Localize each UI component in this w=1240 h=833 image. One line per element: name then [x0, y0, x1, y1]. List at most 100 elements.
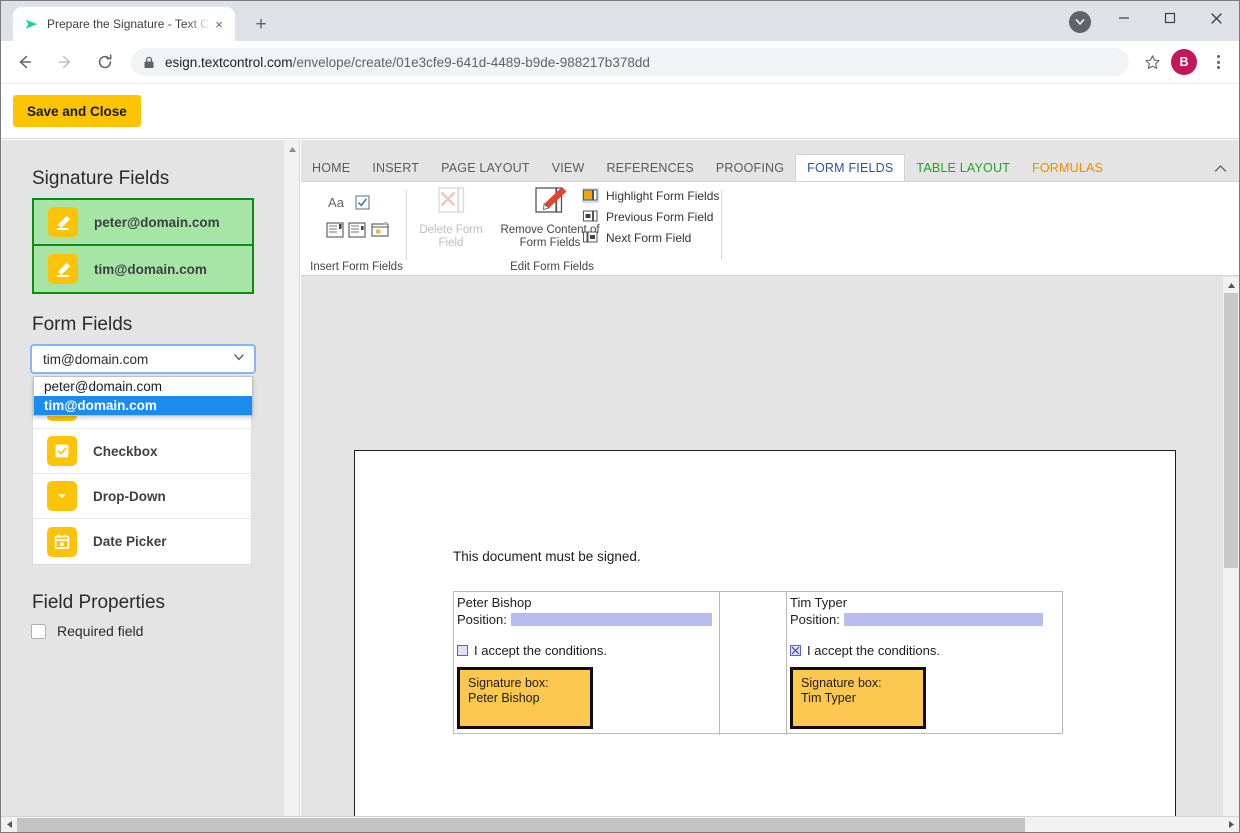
- form-field-type-checkbox[interactable]: Checkbox: [33, 429, 251, 474]
- insert-list-field-button[interactable]: [346, 219, 368, 241]
- page-scroll-thumb[interactable]: [17, 818, 1025, 832]
- chevron-up-icon[interactable]: [1211, 159, 1229, 177]
- required-field-label: Required field: [57, 623, 144, 639]
- insert-text-field-button[interactable]: Aa: [325, 192, 347, 212]
- document-page[interactable]: This document must be signed. Peter Bish…: [354, 450, 1176, 817]
- signature-box-line2: Tim Typer: [801, 691, 856, 705]
- signature-box-tim[interactable]: Signature box: Tim Typer: [790, 667, 926, 729]
- document-cell-spacer[interactable]: [720, 592, 787, 735]
- ribbon-tab-formulas[interactable]: FORMULAS: [1021, 155, 1114, 181]
- recipient-select-value: tim@domain.com: [43, 351, 149, 367]
- accept-label: I accept the conditions.: [807, 643, 940, 658]
- close-tab-icon[interactable]: ×: [211, 16, 227, 32]
- signature-box-peter[interactable]: Signature box: Peter Bishop: [457, 667, 593, 729]
- url-path: /envelope/create/01e3cfe9-641d-4489-b9de…: [292, 54, 650, 70]
- browser-window: Prepare the Signature - Text Con × + esi…: [0, 0, 1240, 833]
- position-row: Position:: [790, 612, 1064, 627]
- bookmark-star-icon[interactable]: [1137, 47, 1167, 77]
- signature-pencil-icon: [48, 254, 78, 284]
- close-window-button[interactable]: [1193, 1, 1239, 35]
- editor-scroll-thumb[interactable]: [1224, 293, 1238, 568]
- save-and-close-button[interactable]: Save and Close: [13, 95, 141, 127]
- scroll-up-icon[interactable]: [284, 142, 300, 156]
- next-form-field-label: Next Form Field: [606, 230, 692, 245]
- highlight-form-fields-icon: [582, 188, 599, 203]
- position-form-field[interactable]: [843, 613, 1043, 626]
- document-cell-tim[interactable]: Tim Typer Position: I accept the conditi…: [787, 592, 1064, 735]
- recipient-select[interactable]: tim@domain.com: [30, 344, 256, 374]
- address-bar[interactable]: esign.textcontrol.com/envelope/create/01…: [131, 48, 1129, 76]
- signature-field-label: peter@domain.com: [94, 214, 220, 230]
- required-field-checkbox[interactable]: [31, 623, 46, 639]
- three-dot-menu-icon[interactable]: [1203, 47, 1233, 77]
- recipient-option-tim[interactable]: tim@domain.com: [34, 396, 252, 415]
- lock-icon: [143, 56, 155, 69]
- required-field-row: Required field: [31, 623, 143, 639]
- back-button[interactable]: [9, 46, 41, 78]
- delete-form-field-label: Delete Form Field: [419, 224, 483, 249]
- url-host: esign.textcontrol.com: [165, 54, 293, 70]
- signature-fields-list: peter@domain.com tim@domain.com: [32, 198, 254, 294]
- signature-field-peter[interactable]: peter@domain.com: [34, 200, 252, 246]
- position-label: Position:: [790, 612, 840, 627]
- recipient-option-peter[interactable]: peter@domain.com: [34, 377, 252, 396]
- ribbon-panel: Aa Insert Form Fields Delete Form Field …: [301, 181, 1239, 276]
- highlight-form-fields-button[interactable]: Highlight Form Fields: [582, 188, 719, 203]
- new-tab-icon[interactable]: +: [247, 10, 275, 38]
- form-field-type-dropdown[interactable]: Drop-Down: [33, 474, 251, 519]
- document-cell-peter[interactable]: Peter Bishop Position: I accept the cond…: [454, 592, 720, 735]
- next-form-field-button[interactable]: Next Form Field: [582, 230, 691, 245]
- scroll-right-icon[interactable]: [1223, 817, 1239, 832]
- highlight-form-fields-label: Highlight Form Fields: [606, 188, 720, 203]
- form-field-type-label: Drop-Down: [93, 488, 166, 504]
- accept-row: I accept the conditions.: [457, 643, 719, 658]
- ribbon-group-title: Edit Form Fields: [510, 261, 594, 273]
- document-canvas[interactable]: This document must be signed. Peter Bish…: [301, 277, 1223, 817]
- forward-button[interactable]: [49, 46, 81, 78]
- ribbon-tab-page-layout[interactable]: PAGE LAYOUT: [430, 155, 541, 181]
- ribbon-group-title: Insert Form Fields: [310, 261, 403, 273]
- document-table: Peter Bishop Position: I accept the cond…: [453, 591, 1064, 735]
- ribbon-group-divider: [721, 190, 722, 260]
- tab-search-chevron-icon[interactable]: [1069, 11, 1091, 33]
- signature-box-line2: Peter Bishop: [468, 691, 540, 705]
- form-field-type-datepicker[interactable]: Date Picker: [33, 519, 251, 564]
- delete-form-field-button[interactable]: Delete Form Field: [409, 186, 493, 250]
- profile-avatar[interactable]: B: [1171, 49, 1197, 75]
- signer-name: Tim Typer: [790, 595, 848, 610]
- reload-button[interactable]: [89, 46, 121, 78]
- position-form-field[interactable]: [510, 613, 712, 626]
- editor-vertical-scrollbar[interactable]: [1223, 277, 1239, 832]
- signature-pencil-icon: [48, 207, 78, 237]
- accept-checkbox-field[interactable]: [457, 645, 468, 656]
- page-horizontal-scrollbar[interactable]: [1, 816, 1239, 832]
- recipient-select-menu: peter@domain.com tim@domain.com: [33, 376, 253, 416]
- signature-box-line1: Signature box:: [468, 676, 549, 690]
- maximize-button[interactable]: [1147, 1, 1193, 35]
- scroll-left-icon[interactable]: [1, 817, 17, 832]
- field-properties-heading: Field Properties: [32, 592, 166, 613]
- ribbon-tab-view[interactable]: VIEW: [541, 155, 596, 181]
- browser-tab-title: Prepare the Signature - Text Con: [47, 17, 211, 31]
- ribbon-tab-form-fields[interactable]: FORM FIELDS: [795, 154, 906, 181]
- ribbon-tab-table-layout[interactable]: TABLE LAYOUT: [905, 155, 1021, 181]
- paper-plane-icon: [23, 16, 39, 32]
- ribbon-tab-insert[interactable]: INSERT: [361, 155, 430, 181]
- insert-checkbox-field-button[interactable]: [352, 192, 372, 212]
- insert-date-field-button[interactable]: [368, 219, 391, 241]
- ribbon-tab-references[interactable]: REFERENCES: [595, 155, 704, 181]
- previous-form-field-label: Previous Form Field: [606, 209, 714, 224]
- browser-tab[interactable]: Prepare the Signature - Text Con ×: [13, 7, 235, 41]
- ribbon-tab-proofing[interactable]: PROOFING: [705, 155, 795, 181]
- insert-dropdown-field-button[interactable]: [324, 219, 346, 241]
- sidebar-scrollbar[interactable]: [284, 140, 300, 817]
- ribbon-tab-home[interactable]: HOME: [301, 155, 361, 181]
- previous-form-field-button[interactable]: Previous Form Field: [582, 209, 713, 224]
- signature-field-tim[interactable]: tim@domain.com: [34, 246, 252, 292]
- minimize-button[interactable]: [1101, 1, 1147, 35]
- url-text: esign.textcontrol.com/envelope/create/01…: [165, 55, 650, 70]
- scroll-up-icon[interactable]: [1223, 277, 1239, 293]
- accept-checkbox-field[interactable]: [790, 645, 801, 656]
- app-toolbar: Save and Close: [1, 85, 1239, 139]
- ribbon-group-edit-form-fields: Delete Form Field Remove Content of Form…: [407, 182, 721, 276]
